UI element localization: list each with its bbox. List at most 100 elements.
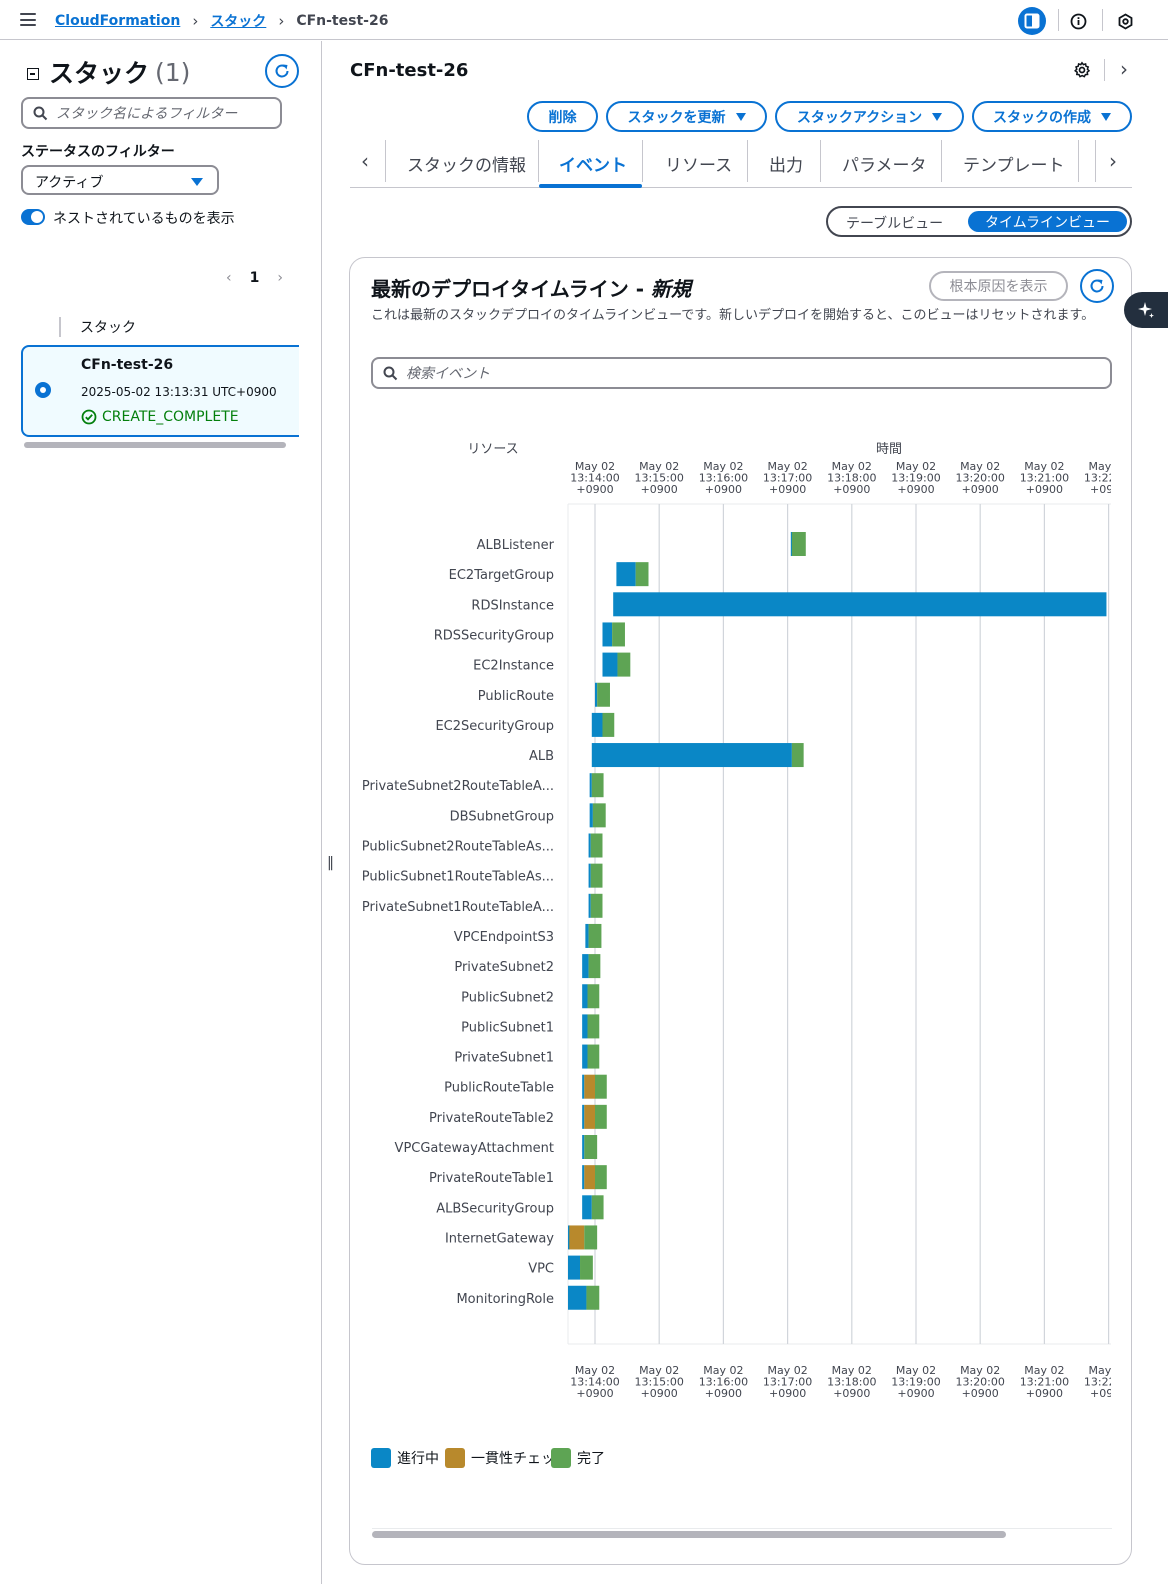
chevron-left-icon[interactable]: ‹ [361,149,369,173]
timeline-refresh-button[interactable] [1080,269,1114,303]
page-number[interactable]: 1 [250,270,260,286]
gear-icon[interactable] [1068,56,1096,84]
divider [1102,9,1103,31]
chevron-right-icon[interactable]: › [1120,57,1128,81]
tick-label-line: +0900 [833,483,870,496]
horizontal-scrollbar[interactable] [24,442,286,448]
tab-outputs[interactable]: 出力 [769,140,803,187]
timeline-bar-complete [587,1014,600,1039]
stack-date: 2025-05-02 13:13:31 UTC+0900 [81,385,277,399]
timeline-bar-complete [586,1285,600,1310]
horizontal-scrollbar[interactable] [372,1531,1006,1538]
chevron-left-icon[interactable]: ‹ [226,270,232,286]
timeline-title-text: 最新のデプロイタイムライン - [371,277,652,301]
timeline-bar-complete [590,833,603,858]
timeline-bar-complete [612,622,625,647]
tick-label-line: +0900 [897,483,934,496]
resource-label: VPCGatewayAttachment [395,1141,554,1156]
search-icon [383,366,398,380]
resource-label: VPCEndpointS3 [454,930,554,945]
timeline-bar-consistency-check [584,1104,595,1129]
info-icon[interactable] [1064,7,1092,35]
panel-title: スタック (1) [27,54,190,90]
settings-hexagon-icon[interactable] [1111,7,1139,35]
chevron-right-icon[interactable]: › [1109,149,1117,173]
menu-icon[interactable] [20,13,36,26]
resource-label: PrivateSubnet1 [454,1051,554,1066]
create-stack-button[interactable]: スタックの作成 [972,101,1132,132]
status-text: CREATE_COMPLETE [102,409,239,425]
timeline-bar-in-progress [582,954,589,979]
status-badge: CREATE_COMPLETE [81,409,239,425]
event-search-input[interactable]: 検索イベント [371,357,1112,389]
chevron-right-icon: › [192,12,199,30]
timeline-bar-in-progress [582,1135,585,1159]
resource-label: PublicSubnet2RouteTableAs... [362,840,554,855]
stack-actions-button[interactable]: スタックアクション [775,101,964,132]
stack-search-input[interactable]: スタック名によるフィルター [21,97,282,129]
panel-title-text: スタック [49,59,150,88]
timeline-bar-in-progress [582,984,588,1009]
nested-toggle-label: ネストされているものを表示 [53,211,235,227]
pagination: ‹ 1 › [226,270,283,286]
resource-label: PrivateSubnet2 [454,960,554,975]
divider [1104,59,1105,81]
table-view-button[interactable]: テーブルビュー [846,213,943,233]
divider [538,140,539,182]
delete-button[interactable]: 削除 [527,101,598,132]
tab-stack-info[interactable]: スタックの情報 [407,140,526,187]
collapse-icon[interactable] [27,68,39,80]
breadcrumb-current: CFn-test-26 [296,13,389,29]
tick-label-line: +0900 [1090,1387,1112,1400]
timeline-bar-in-progress [589,773,592,798]
timeline-bar-in-progress [613,592,1107,617]
tick-label-top: May 0213:18:00+0900 [827,460,876,496]
tick-label-line: +0900 [1026,483,1063,496]
stack-count: (1) [155,57,191,87]
tick-label-line: +0900 [576,483,613,496]
tick-label-line: +0900 [769,1387,806,1400]
refresh-button[interactable] [265,54,299,88]
split-panel-icon[interactable] [1018,7,1046,35]
timeline-bar-complete [590,893,603,918]
tab-template[interactable]: テンプレート [963,140,1065,187]
timeline-bar-in-progress [589,803,593,828]
timeline-bar-complete [584,1225,598,1250]
resource-label: DBSubnetGroup [450,809,554,824]
tab-resources[interactable]: リソース [665,140,732,187]
tick-label-bottom: May 0213:20:00+0900 [955,1364,1004,1400]
radio-selected[interactable] [35,382,51,398]
sparkle-icon [1138,302,1154,318]
y-axis-header: リソース [467,442,518,457]
tick-label-top: May 0213:17:00+0900 [763,460,812,496]
resource-label: InternetGateway [445,1231,554,1246]
resource-label: PrivateSubnet2RouteTableA... [362,779,554,794]
legend-label: 一貫性チェック [471,1451,551,1467]
nested-toggle[interactable] [21,209,45,225]
tick-label-top: May 0213:15:00+0900 [634,460,683,496]
status-filter-select[interactable]: アクティブ [21,165,219,195]
ai-assistant-button[interactable] [1124,292,1168,328]
timeline-bar-complete [595,1074,607,1099]
stack-list-item[interactable]: CFn-test-26 2025-05-02 13:13:31 UTC+0900… [21,345,299,437]
breadcrumb-cloudformation[interactable]: CloudFormation [55,13,180,29]
resize-handle-icon[interactable]: ‖ [327,855,334,871]
chevron-right-icon[interactable]: › [277,270,283,286]
tab-parameters[interactable]: パラメータ [842,140,927,187]
timeline-bar-in-progress [602,652,618,677]
resource-label: VPC [528,1262,554,1277]
event-search-placeholder: 検索イベント [406,366,490,382]
tick-label-top: May 0213:19:00+0900 [891,460,940,496]
breadcrumb-stacks[interactable]: スタック [210,11,266,31]
tab-events[interactable]: イベント [559,140,627,187]
timeline-bar-complete [587,1044,600,1069]
update-stack-button[interactable]: スタックを更新 [606,101,767,132]
timeline-view-button[interactable]: タイムラインビュー [968,211,1127,232]
timeline-bar-in-progress [588,833,591,858]
legend-swatch [371,1448,391,1468]
root-cause-button[interactable]: 根本原因を表示 [929,271,1068,301]
divider [747,140,748,182]
timeline-bar-complete [602,712,615,737]
timeline-bar-complete [791,743,804,768]
tick-label-line: +0900 [833,1387,870,1400]
